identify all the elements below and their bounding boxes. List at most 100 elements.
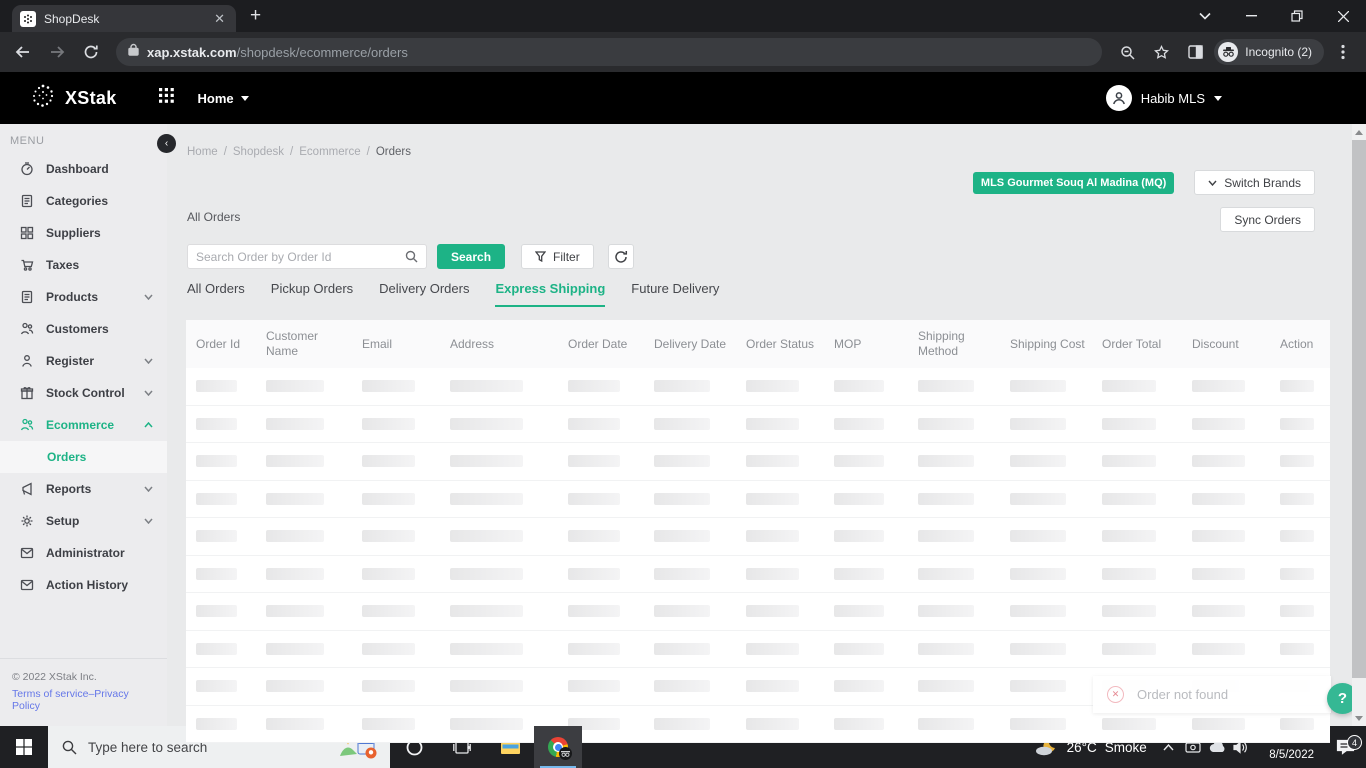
sidebar-item-register[interactable]: Register: [0, 345, 167, 377]
app-grid-icon[interactable]: [158, 88, 174, 108]
browser-tab[interactable]: ShopDesk ✕: [12, 5, 236, 32]
incognito-label: Incognito (2): [1245, 45, 1312, 59]
funnel-icon: [535, 251, 547, 262]
sidebar-footer: © 2022 XStak Inc. Terms of service–Priva…: [0, 658, 167, 726]
sidebar-item-taxes[interactable]: Taxes: [0, 249, 167, 281]
back-button[interactable]: [8, 37, 38, 67]
sidebar-item-ecommerce[interactable]: Ecommerce: [0, 409, 167, 441]
sidebar-subitem-orders[interactable]: Orders: [0, 441, 167, 473]
skeleton-loader: [1102, 530, 1157, 543]
skeleton-loader: [1192, 642, 1246, 655]
skeleton-loader: [918, 380, 974, 393]
skeleton-loader: [362, 455, 416, 468]
tab-delivery-orders[interactable]: Delivery Orders: [379, 281, 469, 307]
column-header-address: Address: [450, 336, 495, 351]
action-center-icon[interactable]: 4: [1324, 735, 1366, 755]
window-minimize-button[interactable]: [1228, 0, 1274, 32]
skeleton-loader: [834, 492, 885, 505]
new-tab-button[interactable]: +: [250, 5, 261, 32]
copyright-text: © 2022 XStak Inc.: [12, 671, 97, 683]
tray-expand-icon[interactable]: [1157, 743, 1181, 751]
skeleton-loader: [654, 492, 710, 505]
tab-express-shipping[interactable]: Express Shipping: [495, 281, 606, 307]
skeleton-loader: [196, 642, 237, 655]
page-scrollbar[interactable]: [1352, 124, 1366, 726]
skeleton-loader: [450, 530, 524, 543]
search-icon: [62, 740, 77, 754]
filter-button[interactable]: Filter: [521, 244, 594, 269]
switch-brands-button[interactable]: Switch Brands: [1194, 170, 1315, 195]
zoom-icon[interactable]: [1112, 37, 1142, 67]
skeleton-loader: [654, 567, 710, 580]
order-search-field[interactable]: [187, 244, 427, 269]
sidebar-item-customers[interactable]: Customers: [0, 313, 167, 345]
scrollbar-thumb[interactable]: [1352, 140, 1366, 678]
skeleton-loader: [196, 380, 237, 393]
reload-button[interactable]: [76, 37, 106, 67]
tab-future-delivery[interactable]: Future Delivery: [631, 281, 719, 307]
sidebar-item-action-history[interactable]: Action History: [0, 569, 167, 601]
sidebar-item-administrator[interactable]: Administrator: [0, 537, 167, 569]
skeleton-loader: [362, 680, 416, 693]
sidebar-item-categories[interactable]: Categories: [0, 185, 167, 217]
skeleton-loader: [834, 567, 885, 580]
skeleton-loader: [1102, 417, 1157, 430]
window-close-button[interactable]: [1320, 0, 1366, 32]
skeleton-loader: [1192, 417, 1246, 430]
tab-all-orders[interactable]: All Orders: [187, 281, 245, 307]
breadcrumb-item-ecommerce[interactable]: Ecommerce: [299, 146, 360, 158]
skeleton-loader: [834, 417, 885, 430]
skeleton-loader: [1192, 455, 1246, 468]
table-row: [186, 368, 1330, 406]
column-header-mop: MOP: [834, 336, 862, 351]
chrome-taskbar-icon[interactable]: [534, 726, 582, 768]
sync-orders-button[interactable]: Sync Orders: [1220, 207, 1315, 232]
tab-close-icon[interactable]: ✕: [211, 11, 228, 27]
onedrive-icon[interactable]: [1205, 741, 1229, 753]
scroll-down-arrow[interactable]: [1352, 711, 1366, 725]
search-button[interactable]: Search: [437, 244, 506, 269]
skeleton-loader: [568, 680, 620, 693]
column-header-delivery-date: Delivery Date: [654, 336, 727, 351]
refresh-button[interactable]: [607, 244, 634, 269]
tab-search-icon[interactable]: [1182, 0, 1228, 32]
incognito-badge[interactable]: Incognito (2): [1214, 39, 1324, 65]
breadcrumb-item-shopdesk[interactable]: Shopdesk: [233, 146, 284, 158]
browser-menu-icon[interactable]: [1328, 37, 1358, 67]
home-nav-dropdown[interactable]: Home: [198, 91, 249, 106]
browser-toolbar: xap.xstak.com/shopdesk/ecommerce/orders …: [0, 32, 1366, 72]
user-menu[interactable]: Habib MLS: [1105, 85, 1222, 111]
breadcrumb-item-home[interactable]: Home: [187, 146, 218, 158]
side-panel-icon[interactable]: [1180, 37, 1210, 67]
skeleton-loader: [450, 417, 524, 430]
bookmark-star-icon[interactable]: [1146, 37, 1176, 67]
skeleton-loader: [834, 530, 885, 543]
sidebar-item-dashboard[interactable]: Dashboard: [0, 153, 167, 185]
forward-button[interactable]: [42, 37, 72, 67]
skeleton-loader: [918, 492, 974, 505]
url-bar[interactable]: xap.xstak.com/shopdesk/ecommerce/orders: [116, 38, 1103, 66]
skeleton-loader: [196, 680, 237, 693]
page-title: All Orders: [187, 210, 241, 224]
sidebar-item-suppliers[interactable]: Suppliers: [0, 217, 167, 249]
sidebar-item-stock-control[interactable]: Stock Control: [0, 377, 167, 409]
sidebar-collapse-button[interactable]: ‹: [157, 134, 176, 153]
search-input[interactable]: [196, 249, 405, 264]
scroll-up-arrow[interactable]: [1352, 125, 1366, 139]
sidebar-item-reports[interactable]: Reports: [0, 473, 167, 505]
skeleton-loader: [1102, 605, 1157, 618]
skeleton-loader: [654, 455, 710, 468]
terms-link[interactable]: Terms of service: [12, 688, 88, 700]
skeleton-loader: [196, 567, 237, 580]
window-restore-button[interactable]: [1274, 0, 1320, 32]
start-button[interactable]: [0, 726, 48, 768]
tab-pickup-orders[interactable]: Pickup Orders: [271, 281, 353, 307]
sidebar-item-products[interactable]: Products: [0, 281, 167, 313]
register-icon: [19, 354, 34, 368]
skeleton-loader: [450, 642, 524, 655]
sidebar-item-setup[interactable]: Setup: [0, 505, 167, 537]
chevron-down-icon: [144, 358, 153, 364]
chevron-up-icon: [144, 422, 153, 428]
skeleton-loader: [1010, 380, 1066, 393]
column-header-email: Email: [362, 336, 393, 351]
